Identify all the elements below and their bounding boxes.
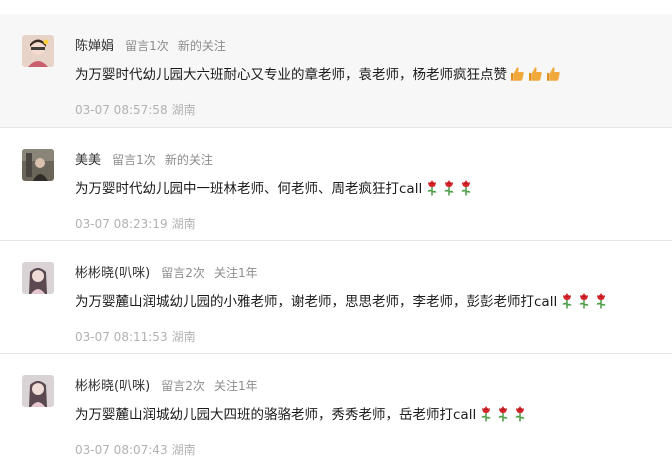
- avatar[interactable]: [22, 35, 54, 67]
- comment-count: 留言2次: [161, 266, 205, 280]
- comment-count: 留言2次: [161, 379, 205, 393]
- rose-icon: [577, 292, 591, 309]
- comment-text: 为万婴时代幼儿园中一班林老师、何老师、周老疯狂打call: [75, 178, 473, 200]
- comment-text: 为万婴麓山润城幼儿园大四班的骆骆老师，秀秀老师，岳老师打call: [75, 404, 527, 426]
- avatar[interactable]: [22, 375, 54, 407]
- thumbs-up-icon: [546, 66, 561, 82]
- nickname[interactable]: 美美: [75, 153, 101, 168]
- avatar[interactable]: [22, 262, 54, 294]
- comment-meta: 彬彬晓(叭咪) 留言2次 关注1年: [75, 262, 258, 282]
- comment-info: 03-07 08:07:43 湖南: [75, 441, 196, 459]
- nickname[interactable]: 彬彬晓(叭咪): [75, 379, 150, 394]
- comment-location: 湖南: [171, 330, 196, 344]
- comment-meta: 陈婵娟 留言1次 新的关注: [75, 35, 226, 55]
- comment-time: 03-07 08:57:58: [75, 103, 168, 117]
- follow-status: 关注1年: [213, 266, 258, 280]
- rose-icon: [459, 179, 473, 196]
- rose-icon: [560, 292, 574, 309]
- follow-status: 关注1年: [213, 379, 258, 393]
- comment-location: 湖南: [171, 103, 196, 117]
- comment-time: 03-07 08:11:53: [75, 330, 168, 344]
- comment-time: 03-07 08:23:19: [75, 217, 168, 231]
- comment-body: 为万婴麓山润城幼儿园的小雅老师，谢老师，思思老师，李老师，彭彭老师打call: [75, 294, 558, 310]
- comment-item: 彬彬晓(叭咪) 留言2次 关注1年 为万婴麓山润城幼儿园大四班的骆骆老师，秀秀老…: [0, 354, 672, 465]
- rose-icon: [513, 405, 527, 422]
- rose-icon: [496, 405, 510, 422]
- comment-body: 为万婴麓山润城幼儿园大四班的骆骆老师，秀秀老师，岳老师打call: [75, 407, 477, 423]
- comment-location: 湖南: [171, 443, 196, 457]
- comment-text: 为万婴时代幼儿园大六班耐心又专业的章老师，袁老师，杨老师疯狂点赞: [75, 64, 561, 86]
- rose-icon: [594, 292, 608, 309]
- comment-count: 留言1次: [112, 153, 156, 167]
- thumbs-up-icon: [510, 66, 525, 82]
- follow-status: 新的关注: [164, 153, 213, 167]
- comment-info: 03-07 08:57:58 湖南: [75, 101, 196, 119]
- comment-text: 为万婴麓山润城幼儿园的小雅老师，谢老师，思思老师，李老师，彭彭老师打call: [75, 291, 608, 313]
- comment-list: 陈婵娟 留言1次 新的关注 为万婴时代幼儿园大六班耐心又专业的章老师，袁老师，杨…: [0, 0, 672, 465]
- comment-meta: 美美 留言1次 新的关注: [75, 149, 213, 169]
- thumbs-up-icon: [528, 66, 543, 82]
- comment-item: 美美 留言1次 新的关注 为万婴时代幼儿园中一班林老师、何老师、周老疯狂打cal…: [0, 128, 672, 241]
- comment-info: 03-07 08:11:53 湖南: [75, 328, 196, 346]
- rose-icon: [479, 405, 493, 422]
- comment-meta: 彬彬晓(叭咪) 留言2次 关注1年: [75, 375, 258, 395]
- nickname[interactable]: 彬彬晓(叭咪): [75, 266, 150, 281]
- rose-icon: [442, 179, 456, 196]
- comment-item: 彬彬晓(叭咪) 留言2次 关注1年 为万婴麓山润城幼儿园的小雅老师，谢老师，思思…: [0, 241, 672, 354]
- comment-location: 湖南: [171, 217, 196, 231]
- comment-time: 03-07 08:07:43: [75, 443, 168, 457]
- comment-item: 陈婵娟 留言1次 新的关注 为万婴时代幼儿园大六班耐心又专业的章老师，袁老师，杨…: [0, 14, 672, 128]
- comment-info: 03-07 08:23:19 湖南: [75, 215, 196, 233]
- comment-body: 为万婴时代幼儿园中一班林老师、何老师、周老疯狂打call: [75, 181, 423, 197]
- follow-status: 新的关注: [177, 39, 226, 53]
- nickname[interactable]: 陈婵娟: [75, 39, 114, 54]
- comment-body: 为万婴时代幼儿园大六班耐心又专业的章老师，袁老师，杨老师疯狂点赞: [75, 67, 507, 83]
- avatar[interactable]: [22, 149, 54, 181]
- rose-icon: [425, 179, 439, 196]
- comment-count: 留言1次: [125, 39, 169, 53]
